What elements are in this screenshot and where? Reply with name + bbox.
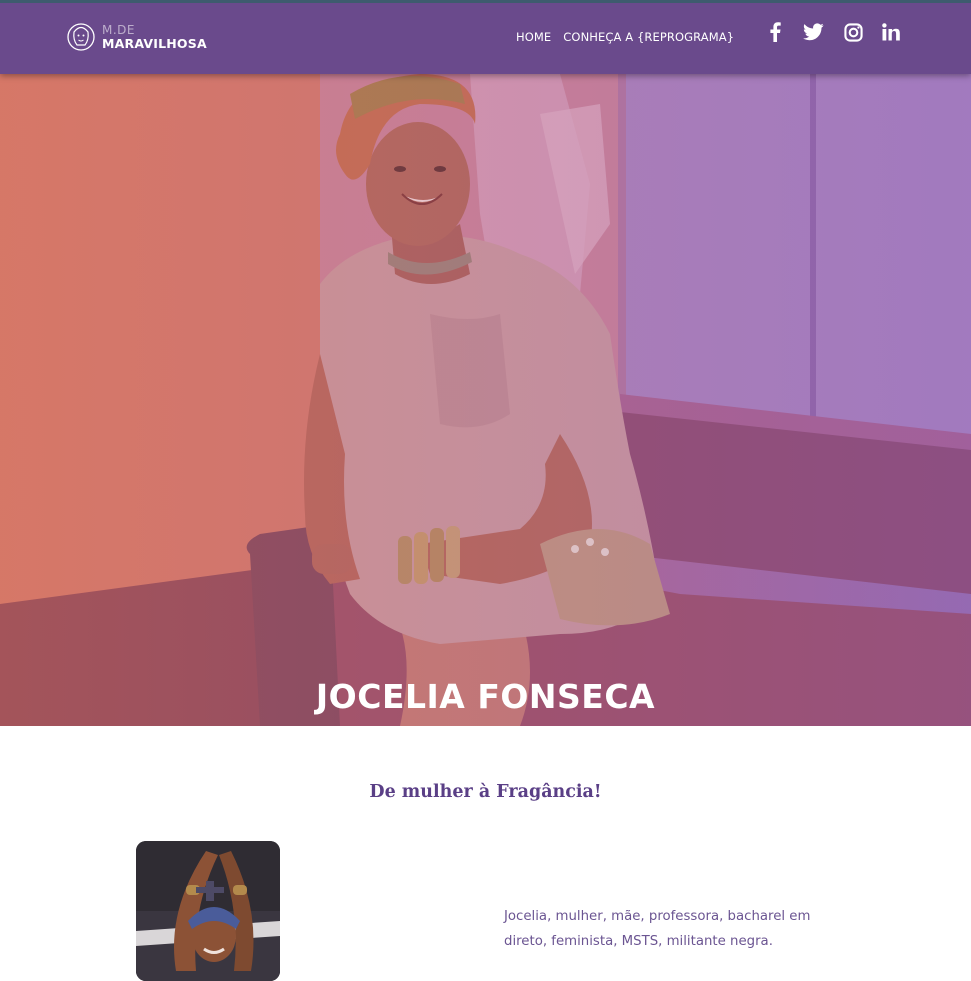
woman-face-logo-icon bbox=[67, 23, 95, 51]
profile-photo-image bbox=[136, 841, 280, 981]
brand-logo[interactable]: M.DE MARAVILHOSA bbox=[66, 19, 207, 55]
main-nav: HOME CONHEÇA A {REPROGRAMA} bbox=[516, 30, 734, 44]
nav-home[interactable]: HOME bbox=[516, 30, 551, 44]
instagram-icon[interactable] bbox=[842, 20, 864, 44]
navbar: M.DE MARAVILHOSA HOME CONHEÇA A {REPROGR… bbox=[0, 0, 971, 74]
facebook-icon[interactable] bbox=[766, 20, 784, 44]
nav-conheca-reprograma[interactable]: CONHEÇA A {REPROGRAMA} bbox=[563, 30, 734, 44]
bio-text: Jocelia, mulher, mãe, professora, bachar… bbox=[504, 909, 811, 949]
hero-title: JOCELIA FONSECA bbox=[315, 677, 656, 716]
brand-line-2: MARAVILHOSA bbox=[102, 36, 207, 51]
hero-color-overlay bbox=[0, 74, 971, 726]
hero-banner: JOCELIA FONSECA bbox=[0, 74, 971, 726]
section-subtitle: De mulher à Fragância! bbox=[369, 782, 602, 802]
linkedin-icon[interactable] bbox=[880, 20, 902, 44]
profile-photo bbox=[136, 841, 280, 981]
twitter-icon[interactable] bbox=[801, 20, 825, 44]
